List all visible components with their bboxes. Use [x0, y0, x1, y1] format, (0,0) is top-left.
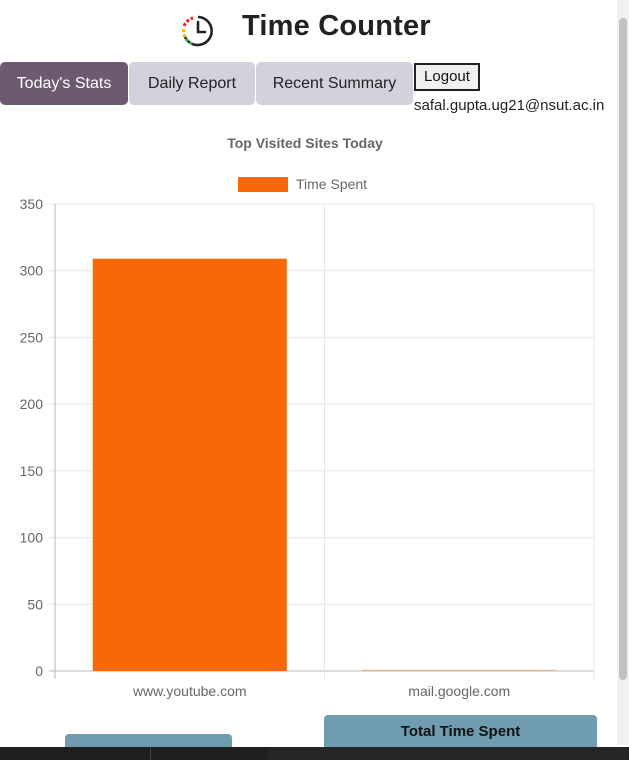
chart-container: Top Visited Sites Today Time Spent 0 50 10… [0, 120, 617, 710]
logout-button[interactable]: Logout [414, 63, 480, 91]
legend-swatch[interactable] [238, 177, 288, 192]
tab-recent-summary[interactable]: Recent Summary [256, 62, 413, 105]
y-tick-label: 150 [20, 463, 44, 479]
y-tick-label: 250 [20, 329, 44, 345]
scrollbar[interactable] [617, 0, 629, 745]
taskbar-divider [150, 747, 151, 760]
y-tick-label: 300 [20, 263, 44, 279]
user-email: safal.gupta.ug21@nsut.ac.in [414, 97, 605, 114]
y-tick-label: 350 [20, 196, 44, 212]
y-tick-label: 200 [20, 396, 44, 412]
tab-daily-report[interactable]: Daily Report [129, 62, 255, 105]
bar-0[interactable] [92, 258, 287, 671]
scrollbar-thumb[interactable] [619, 18, 627, 680]
chart-title: Top Visited Sites Today [227, 135, 383, 151]
legend-label[interactable]: Time Spent [296, 176, 367, 192]
y-tick-label: 0 [35, 663, 43, 679]
tab-todays-stats[interactable]: Today's Stats [0, 62, 128, 105]
y-tick-label: 50 [27, 596, 43, 612]
clock-icon [182, 15, 213, 47]
stat-button-left[interactable] [65, 734, 232, 747]
x-tick-label: mail.google.com [408, 683, 510, 699]
taskbar-segment [268, 747, 628, 760]
time-spent-bar-chart: Top Visited Sites Today Time Spent 0 50 10… [20, 135, 595, 699]
bar-1[interactable] [362, 669, 557, 671]
total-time-spent-button[interactable]: Total Time Spent [324, 715, 597, 747]
x-tick-label: www.youtube.com [132, 683, 247, 699]
app-header: Time Counter [0, 0, 617, 60]
taskbar [0, 747, 629, 760]
app-title: Time Counter [242, 10, 431, 42]
y-tick-label: 100 [20, 530, 44, 546]
